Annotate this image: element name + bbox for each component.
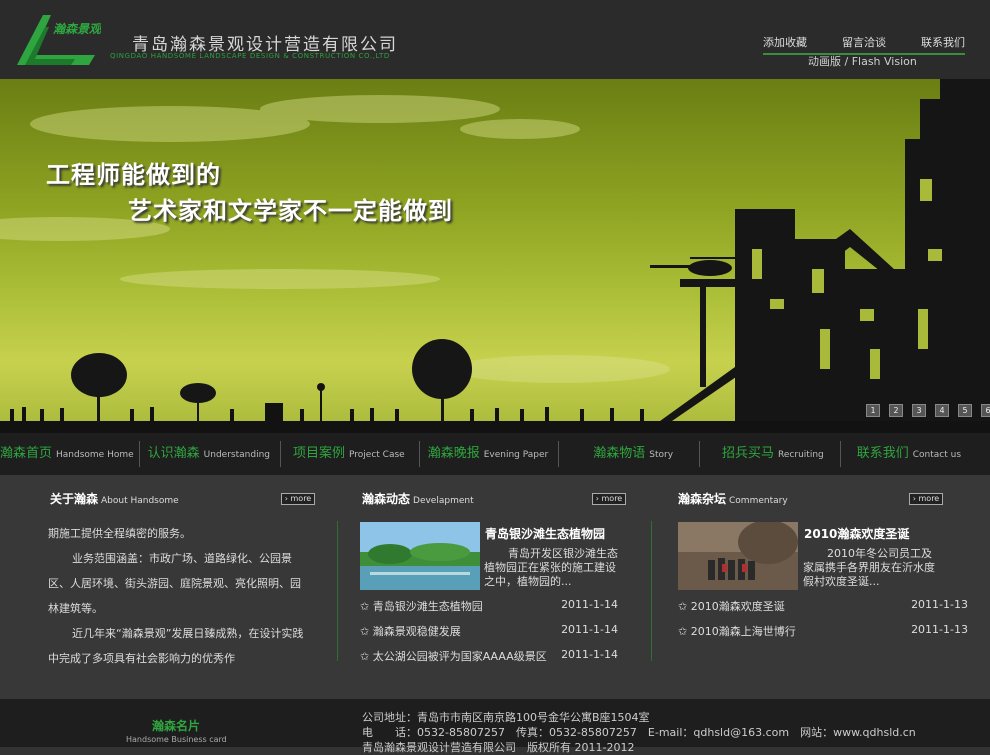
pager-button-4[interactable]: 4 [935,404,949,417]
logo-icon[interactable]: 瀚森景观 [15,11,101,67]
nav-item-story[interactable]: 瀚森物语 Story [593,433,673,475]
list-item-title: ✩ 2010瀚森上海世博行 [678,625,796,638]
business-card-title-en: Handsome Business card [126,735,227,744]
nav-divider [279,441,281,467]
list-item-title: ✩ 2010瀚森欢度圣诞 [678,600,785,613]
footer-contact: 电 话：0532-85807257 传真：0532-85807257 E-mai… [362,726,916,739]
nav-divider [558,441,560,467]
nav-divider [418,441,420,467]
add-favorite-link[interactable]: 添加收藏 [763,34,807,50]
main-nav: 瀚森首页 Handsome Home 认识瀚森 Understanding 项目… [0,433,990,475]
pager-button-2[interactable]: 2 [889,404,903,417]
nav-item-label-en: Recruiting [778,450,824,460]
message-link[interactable]: 留言洽谈 [842,34,886,50]
banner-pager: 1 2 3 4 5 6 [866,404,990,417]
list-item[interactable]: ✩ 青岛银沙滩生态植物园 2011-1-14 [360,598,618,623]
about-paragraph: 业务范围涵盖：市政广场、道路绿化、公园景区、人居环境、街头游园、庭院景观、亮化照… [48,552,301,615]
nav-item-label-en: Contact us [912,450,962,460]
section-title: 瀚森动态 [362,492,411,506]
top-links: 添加收藏 留言洽谈 联系我们 [763,34,965,55]
nav-divider [699,441,701,467]
section-title-en: Commentary [729,496,788,506]
content-area: 关于瀚森 About Handsome › more 期施工提供全程缜密的服务。 … [0,475,990,699]
list-item-date: 2011-1-14 [561,648,618,661]
nav-item-understanding[interactable]: 认识瀚森 Understanding [148,433,270,475]
forum-more-button[interactable]: › more [909,493,943,505]
list-item-date: 2011-1-14 [561,598,618,611]
flash-version-link[interactable]: 动画版 / Flash Vision [808,53,917,69]
about-more-button[interactable]: › more [281,493,315,505]
nav-item-contact[interactable]: 联系我们 Contact us [857,433,961,475]
forum-featured-image[interactable] [678,522,798,590]
list-item-date: 2011-1-13 [911,623,968,636]
business-card-title[interactable]: 瀚森名片 [152,717,200,734]
header: 瀚森景观 青岛瀚森景观设计营造有限公司 QINGDAO HANDSOME LAN… [0,0,990,79]
banner-slogan-line1: 工程师能做到的 [46,161,221,189]
list-item[interactable]: ✩ 2010瀚森欢度圣诞 2011-1-13 [678,598,968,623]
nav-item-label-en: Understanding [203,450,270,460]
list-item-title: ✩ 瀚森景观稳健发展 [360,625,461,638]
pager-button-6[interactable]: 6 [981,404,990,417]
forum-list: ✩ 2010瀚森欢度圣诞 2011-1-13 ✩ 2010瀚森上海世博行 201… [678,598,968,648]
section-title-en: Develapment [413,496,474,506]
banner-illustration [0,79,990,433]
nav-item-label: 联系我们 [856,446,909,461]
list-item-title: ✩ 青岛银沙滩生态植物园 [360,600,483,613]
nav-divider [839,441,841,467]
nav-item-home[interactable]: 瀚森首页 Handsome Home [0,433,134,475]
list-item-title: ✩ 太公湖公园被评为国家AAAA级景区 [360,650,547,663]
nav-item-label: 认识瀚森 [147,446,200,461]
footer-address: 公司地址：青岛市市南区南京路100号金华公寓B座1504室 [362,711,650,724]
nav-item-label: 瀚森物语 [593,446,646,461]
nav-item-label-en: Story [649,450,674,460]
nav-item-label: 瀚森首页 [0,446,53,461]
list-item-date: 2011-1-13 [911,598,968,611]
list-item-date: 2011-1-14 [561,623,618,636]
nav-item-label-en: Evening Paper [483,450,549,460]
list-item[interactable]: ✩ 太公湖公园被评为国家AAAA级景区 2011-1-14 [360,648,618,673]
news-featured-image[interactable] [360,522,480,590]
pager-button-3[interactable]: 3 [912,404,926,417]
about-paragraph: 期施工提供全程缜密的服务。 [48,527,191,540]
about-paragraph: 近几年来“瀚森景观”发展日臻成熟，在设计实践中完成了多项具有社会影响力的优秀作 [48,627,304,665]
forum-featured-desc: 2010年冬公司员工及家属携手各界朋友在沂水度假村欢度圣诞... [803,547,935,588]
about-title: 关于瀚森 About Handsome [50,488,179,507]
section-title-en: About Handsome [101,496,179,506]
column-divider [651,521,652,661]
nav-item-label: 项目案例 [292,446,345,461]
list-item[interactable]: ✩ 2010瀚森上海世博行 2011-1-13 [678,623,968,648]
news-featured-desc: 青岛开发区银沙滩生态植物园正在紧张的施工建设之中，植物园的... [484,547,618,588]
section-title: 瀚森杂坛 [678,492,727,506]
column-divider [337,521,338,661]
footer: 瀚森名片 Handsome Business card 公司地址：青岛市市南区南… [0,699,990,754]
contact-link[interactable]: 联系我们 [921,34,965,50]
section-title: 关于瀚森 [50,492,99,506]
pager-button-1[interactable]: 1 [866,404,880,417]
nav-item-label-en: Handsome Home [56,450,134,460]
nav-item-label-en: Project Case [349,450,405,460]
nav-divider [138,441,140,467]
forum-featured-title[interactable]: 2010瀚森欢度圣诞 [804,525,909,542]
hero-banner: 工程师能做到的 艺术家和文学家不一定能做到 1 2 3 4 5 6 [0,79,990,433]
nav-item-recruiting[interactable]: 招兵买马 Recruiting [722,433,824,475]
footer-copyright: 青岛瀚森景观设计营造有限公司 版权所有 2011-2012 [362,741,635,754]
news-title: 瀚森动态 Develapment [362,488,474,507]
news-more-button[interactable]: › more [592,493,626,505]
forum-title: 瀚森杂坛 Commentary [678,488,788,507]
nav-item-label: 招兵买马 [722,446,775,461]
nav-item-evening-paper[interactable]: 瀚森晚报 Evening Paper [428,433,549,475]
news-featured-title[interactable]: 青岛银沙滩生态植物园 [485,525,605,542]
news-list: ✩ 青岛银沙滩生态植物园 2011-1-14 ✩ 瀚森景观稳健发展 2011-1… [360,598,618,673]
about-text: 期施工提供全程缜密的服务。 业务范围涵盖：市政广场、道路绿化、公园景区、人居环境… [48,521,304,671]
banner-slogan-line2: 艺术家和文学家不一定能做到 [128,197,453,225]
pager-button-5[interactable]: 5 [958,404,972,417]
company-name-en: QINGDAO HANDSOME LANDSCAPE DESIGN & CONS… [110,52,390,60]
nav-item-label: 瀚森晚报 [427,446,480,461]
logo-text: 瀚森景观 [53,22,101,36]
nav-item-project-case[interactable]: 项目案例 Project Case [293,433,405,475]
list-item[interactable]: ✩ 瀚森景观稳健发展 2011-1-14 [360,623,618,648]
